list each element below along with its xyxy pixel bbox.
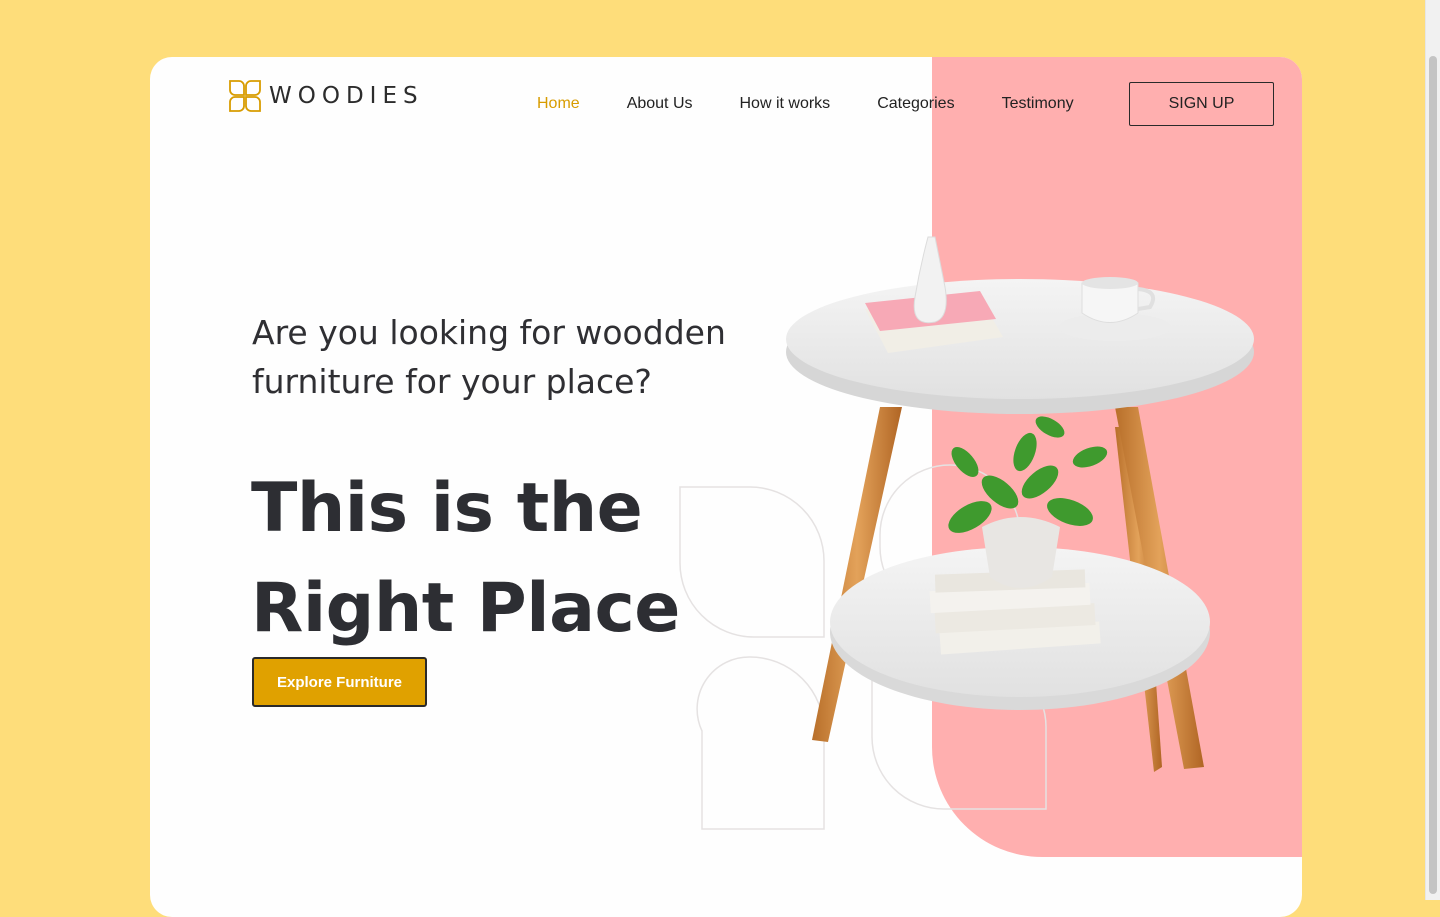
hero-subtitle-line1: Are you looking for woodden <box>252 313 726 352</box>
hero-headline-line2: Right Place <box>251 569 680 648</box>
logo[interactable]: WOODIES <box>229 80 424 112</box>
hero-headline: This is the Right Place <box>251 459 811 659</box>
scrollbar-thumb[interactable] <box>1429 56 1437 894</box>
hero-subtitle: Are you looking for woodden furniture fo… <box>252 308 772 406</box>
page-scrollbar[interactable] <box>1425 0 1440 900</box>
hero-subtitle-line2: furniture for your place? <box>252 362 652 401</box>
nav-categories[interactable]: Categories <box>877 93 954 115</box>
explore-furniture-button[interactable]: Explore Furniture <box>252 657 427 707</box>
hero-card: WOODIES Home About Us How it works Categ… <box>150 57 1302 917</box>
side-table-image <box>786 236 1254 772</box>
main-nav: Home About Us How it works Categories Te… <box>537 93 1121 115</box>
nav-home[interactable]: Home <box>537 93 580 115</box>
brand-name: WOODIES <box>269 83 424 109</box>
leaf-logo-icon <box>229 80 261 112</box>
hero-headline-line1: This is the <box>251 469 643 548</box>
nav-about-us[interactable]: About Us <box>627 93 693 115</box>
signup-button[interactable]: SIGN UP <box>1129 82 1274 126</box>
nav-how-it-works[interactable]: How it works <box>740 93 831 115</box>
nav-testimony[interactable]: Testimony <box>1002 93 1074 115</box>
